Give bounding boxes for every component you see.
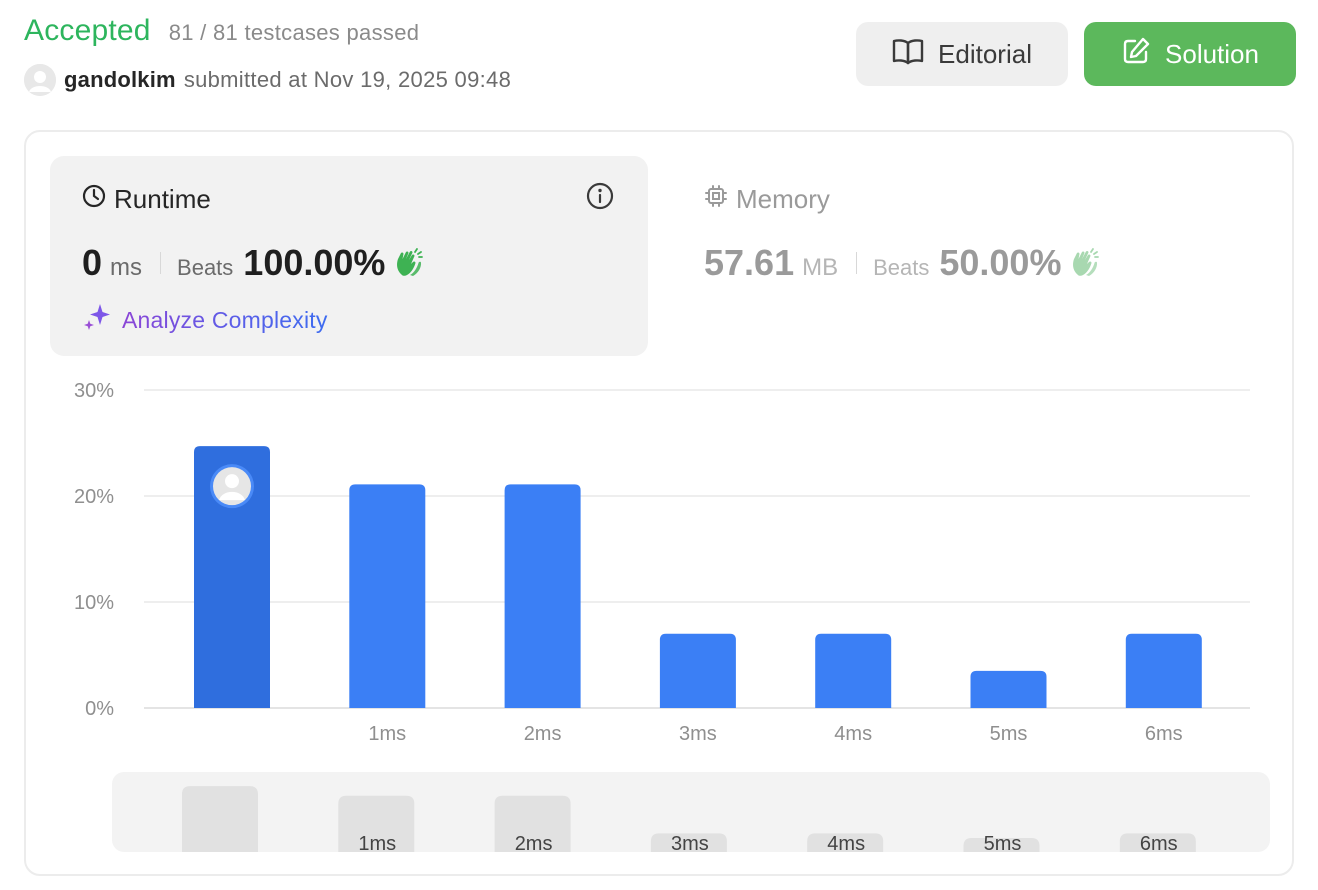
chart-bar[interactable]	[504, 484, 581, 708]
chart-bar[interactable]	[970, 670, 1047, 708]
chart-bar[interactable]	[1125, 633, 1202, 708]
chart-bar[interactable]	[659, 633, 736, 708]
y-tick-label: 0%	[85, 698, 114, 720]
navigator-label: 5ms	[984, 833, 1022, 855]
x-tick-label: 2ms	[524, 723, 562, 745]
y-tick-label: 30%	[74, 380, 114, 402]
navigator-label: 1ms	[358, 833, 396, 855]
navigator-bar	[182, 786, 258, 852]
avatar-head	[225, 474, 239, 489]
chart-bar[interactable]	[815, 633, 892, 708]
x-tick-label: 5ms	[990, 723, 1028, 745]
runtime-distribution-chart: 0% 10% 20% 30% 1ms 2ms 3ms 4ms 5ms 6ms 1ms 2ms 3ms 4m…	[74, 380, 1270, 855]
navigator-label: 4ms	[827, 833, 865, 855]
y-tick-label: 10%	[74, 592, 114, 614]
x-tick-label: 1ms	[368, 723, 406, 745]
y-tick-label: 20%	[74, 486, 114, 508]
x-tick-label: 4ms	[834, 723, 872, 745]
chart-bar[interactable]	[349, 484, 426, 708]
navigator-label: 2ms	[515, 833, 553, 855]
x-tick-label: 6ms	[1145, 723, 1183, 745]
x-tick-label: 3ms	[679, 723, 717, 745]
navigator-label: 3ms	[671, 833, 709, 855]
navigator-label: 6ms	[1140, 833, 1178, 855]
